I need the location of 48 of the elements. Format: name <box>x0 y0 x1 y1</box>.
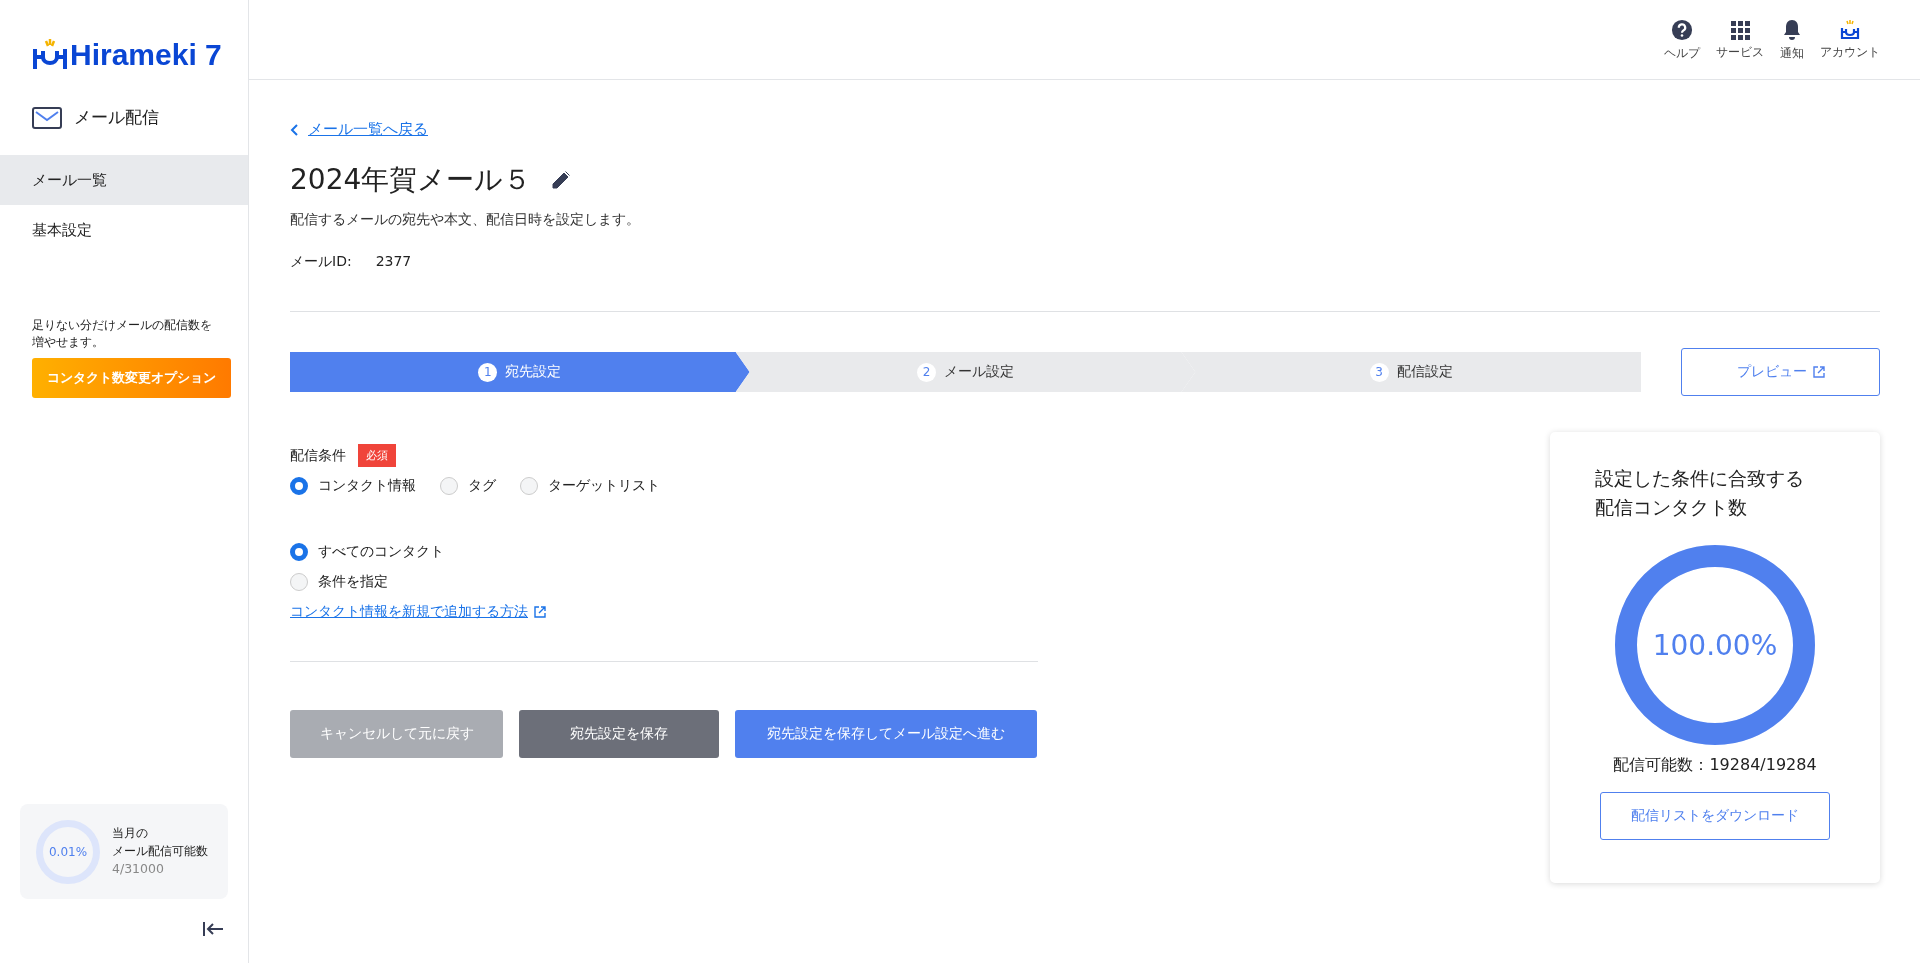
external-link-icon <box>534 606 546 618</box>
nav-item[interactable]: 基本設定 <box>0 205 248 255</box>
logo-text: Hirameki 7 <box>70 38 222 72</box>
download-button[interactable]: 配信リストをダウンロード <box>1600 791 1830 840</box>
available-count: 配信可能数：19284/19284 <box>1613 754 1817 776</box>
chevron-left-icon <box>290 123 300 136</box>
header-button[interactable]: 通知 <box>1780 18 1804 61</box>
step-tab[interactable]: 1 宛先設定 <box>290 352 750 392</box>
radio-option[interactable]: ターゲットリスト <box>520 477 660 495</box>
envelope-icon <box>32 106 62 129</box>
percent-text: 0.01% <box>48 844 88 859</box>
logo-icon <box>32 39 68 71</box>
header-button[interactable]: アカウント <box>1820 19 1880 60</box>
mail-id-value: 2377 <box>375 253 412 271</box>
action-button[interactable]: 宛先設定を保存 <box>519 710 719 758</box>
preview-button[interactable]: プレビュー <box>1681 348 1880 396</box>
percent-text: 100.00% <box>1652 628 1778 662</box>
field-label: 配信条件 <box>290 446 346 465</box>
usage-title: メール配信可能数 <box>112 843 208 861</box>
usage-ring <box>36 819 100 884</box>
bell-icon <box>1782 18 1802 41</box>
collapse-icon[interactable] <box>202 921 224 937</box>
step-tab[interactable]: 2 メール設定 <box>735 352 1196 392</box>
radio-option[interactable]: すべてのコンタクト <box>290 543 1038 561</box>
grid-icon <box>1730 19 1750 40</box>
mail-id-label: メールID: <box>290 253 352 271</box>
page-description: 配信するメールの宛先や本文、配信日時を設定します。 <box>290 211 641 229</box>
external-link-icon <box>1812 366 1825 378</box>
radio-option[interactable]: 条件を指定 <box>290 573 1038 591</box>
page-title: 2024年賀メール５ <box>290 162 532 198</box>
usage-title: 当月の <box>112 825 149 843</box>
radio-option[interactable]: コンタクト情報 <box>290 477 416 495</box>
help-icon <box>1671 18 1693 41</box>
radio-option[interactable]: タグ <box>440 477 496 495</box>
header-button[interactable]: サービス <box>1716 19 1764 60</box>
card-title: 設定した条件に合致する <box>1595 466 1805 491</box>
card-title: 配信コンタクト数 <box>1595 495 1748 521</box>
action-button[interactable]: 宛先設定を保存してメール設定へ進む <box>735 710 1037 758</box>
promo-text: 足りない分だけメールの配信数を増やせます。 <box>31 317 213 352</box>
step-tab[interactable]: 3 配信設定 <box>1181 352 1641 392</box>
section-title: メール配信 <box>74 106 159 129</box>
nav-item[interactable]: メール一覧 <box>0 155 248 205</box>
account-logo-icon <box>1840 19 1860 40</box>
usage-count: 4/31000 <box>112 860 165 879</box>
header-button[interactable]: ヘルプ <box>1664 18 1700 61</box>
help-link[interactable]: コンタクト情報を新規で追加する方法 <box>290 603 546 621</box>
pencil-icon[interactable] <box>551 170 572 190</box>
required-badge: 必須 <box>358 444 396 467</box>
